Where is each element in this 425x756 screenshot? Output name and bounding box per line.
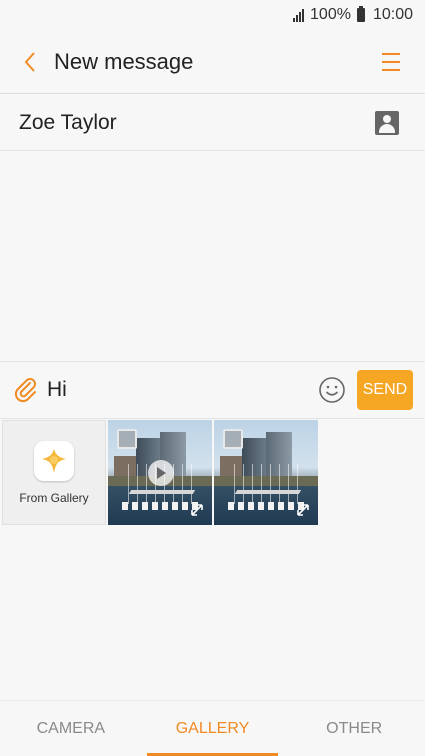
gallery-thumbnail-video[interactable] [108,420,212,525]
select-checkbox[interactable] [117,429,137,449]
compose-bar: SEND [0,361,425,419]
gallery-app-icon [34,440,74,481]
send-button[interactable]: SEND [356,370,413,410]
tab-gallery[interactable]: GALLERY [142,701,284,756]
gallery-thumbnail-image[interactable] [214,420,318,525]
battery-icon [356,6,365,22]
page-title: New message [54,48,194,74]
status-bar: 100% 10:00 [0,0,425,30]
expand-icon[interactable] [296,503,310,517]
from-gallery-button[interactable]: From Gallery [2,420,106,525]
gallery-strip: From Gallery [2,420,318,525]
paperclip-icon[interactable] [12,375,41,405]
smiley-icon[interactable] [318,375,347,405]
signal-icon [293,8,305,22]
recipient-name[interactable]: Zoe Taylor [19,111,375,135]
chevron-left-icon[interactable] [10,42,50,82]
app-header: New message [0,30,425,94]
battery-percent: 100% [310,6,351,23]
contact-icon[interactable] [375,110,399,135]
play-icon [148,460,174,486]
hamburger-menu-icon[interactable] [371,42,411,82]
clock: 10:00 [372,6,413,23]
tab-camera[interactable]: CAMERA [0,701,142,756]
from-gallery-label: From Gallery [19,490,89,505]
recipient-row[interactable]: Zoe Taylor [0,95,425,151]
tab-other[interactable]: OTHER [283,701,425,756]
message-input[interactable] [46,378,318,402]
expand-icon[interactable] [190,503,204,517]
select-checkbox[interactable] [223,429,243,449]
bottom-tabs: CAMERA GALLERY OTHER [0,700,425,756]
message-thread-area [0,152,425,361]
